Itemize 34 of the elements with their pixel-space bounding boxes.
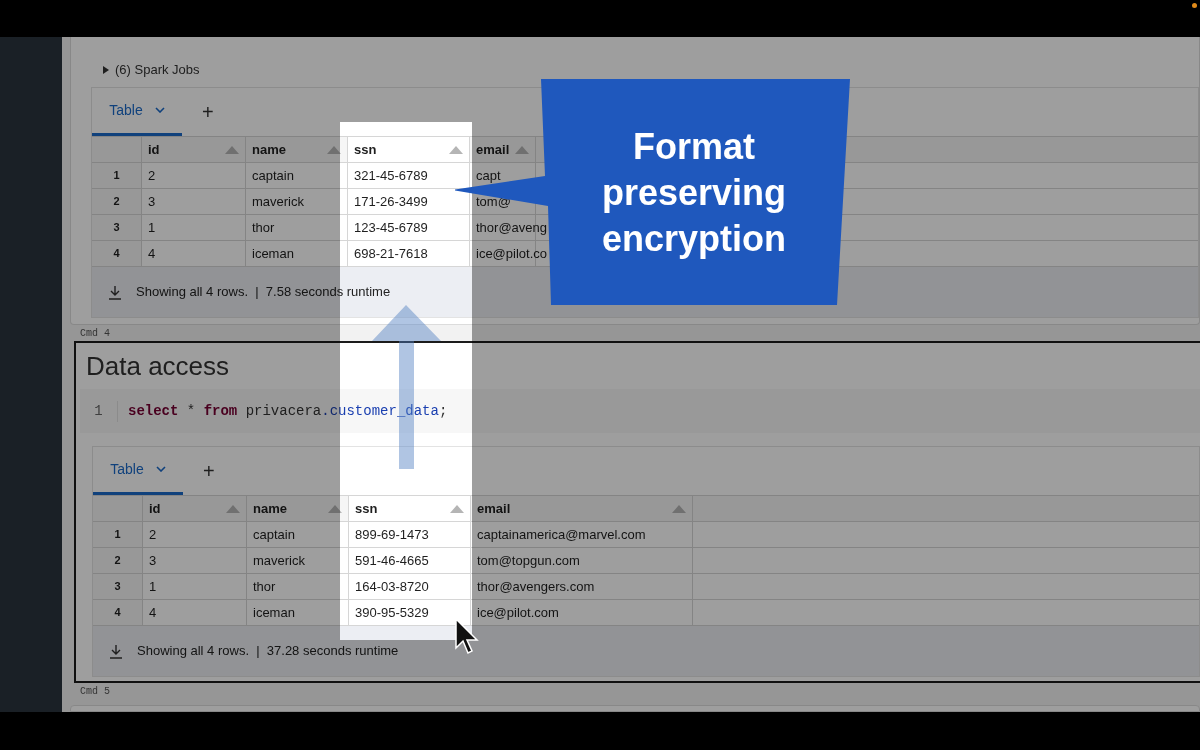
download-icon[interactable] xyxy=(108,284,122,300)
mouse-cursor-icon xyxy=(455,618,479,656)
cell-title: Data access xyxy=(85,349,231,383)
spark-jobs-label[interactable]: (6) Spark Jobs xyxy=(115,60,200,80)
add-tab-button[interactable]: + xyxy=(183,446,235,495)
row-number: 3 xyxy=(93,574,143,599)
column-header[interactable]: email xyxy=(471,496,693,521)
chevron-icon xyxy=(154,107,165,113)
sort-icon[interactable] xyxy=(327,145,341,154)
download-icon[interactable] xyxy=(109,643,123,659)
column-header[interactable]: ssn xyxy=(349,496,471,521)
chevron-icon xyxy=(155,466,166,472)
sort-icon[interactable] xyxy=(449,145,463,154)
row-number: 1 xyxy=(92,163,142,188)
column-header[interactable]: id xyxy=(143,496,247,521)
row-number: 2 xyxy=(93,548,143,573)
code-editor[interactable]: 1 select * from privacera.customer_data; xyxy=(80,389,1200,433)
sort-icon[interactable] xyxy=(328,504,342,513)
column-header[interactable]: ssn xyxy=(348,137,470,162)
callout-text: Format preserving encryption xyxy=(600,125,788,261)
line-number: 1 xyxy=(80,400,118,422)
add-tab-button[interactable]: + xyxy=(182,87,234,136)
row-number: 1 xyxy=(93,522,143,547)
expand-triangle-icon[interactable] xyxy=(103,66,109,74)
row-number: 4 xyxy=(93,600,143,625)
sort-icon[interactable] xyxy=(450,504,464,513)
column-header[interactable]: id xyxy=(142,137,246,162)
command-label: Cmd 5 xyxy=(80,685,110,699)
row-number: 3 xyxy=(92,215,142,240)
command-label: Cmd 4 xyxy=(80,327,110,341)
code-line: select * from privacera.customer_data; xyxy=(127,401,448,421)
row-number: 2 xyxy=(92,189,142,214)
result-summary: Showing all 4 rows. | 37.28 seconds runtime xyxy=(137,642,399,661)
row-number: 4 xyxy=(92,241,142,266)
